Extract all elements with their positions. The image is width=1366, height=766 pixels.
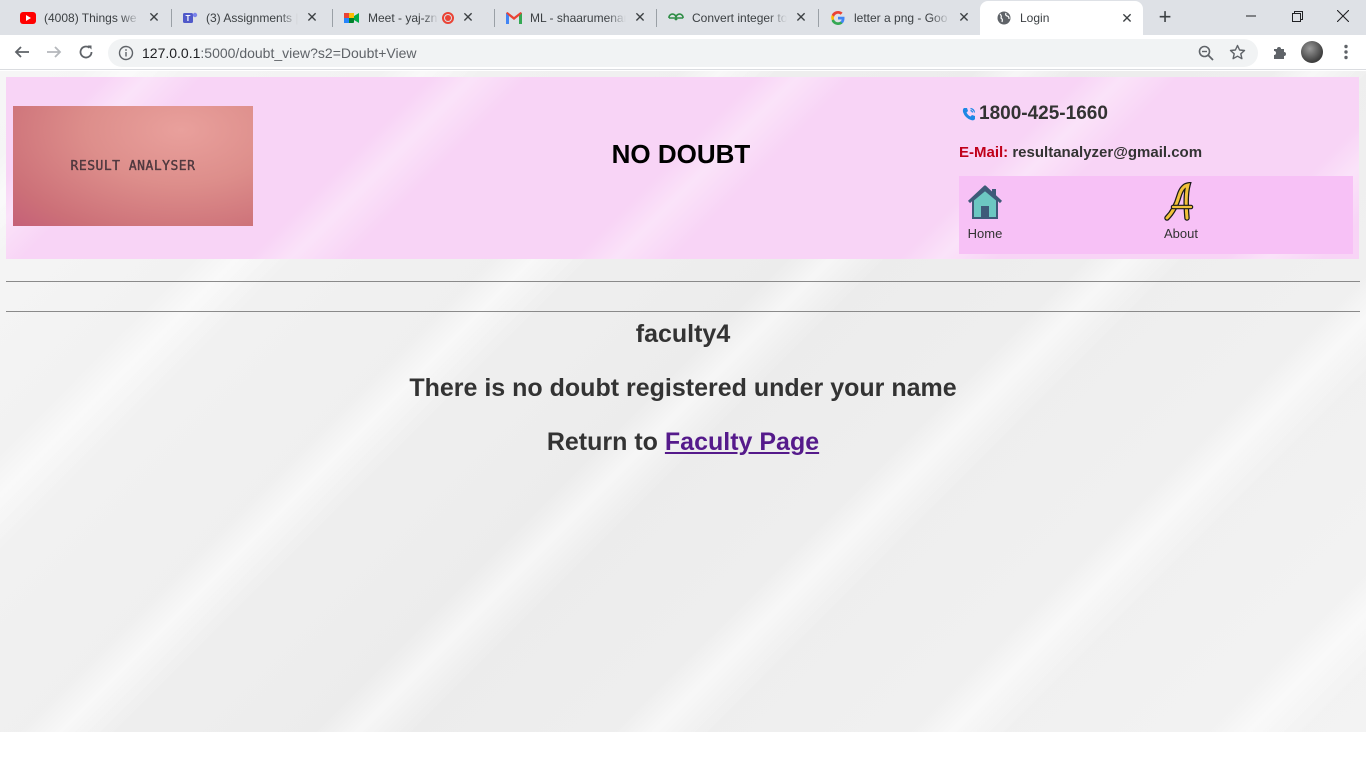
browser-tab[interactable]: Convert integer to ✕: [652, 0, 817, 35]
url-text: 127.0.0.1:5000/doubt_view?s2=Doubt+View: [142, 45, 417, 61]
kebab-menu-icon[interactable]: [1332, 38, 1360, 66]
browser-tab[interactable]: Meet - yaj-znr ✕: [328, 0, 492, 35]
return-prefix: Return to: [546, 428, 658, 456]
username-heading: faculty4: [635, 320, 731, 348]
browser-tab[interactable]: T (3) Assignments | M ✕: [166, 0, 328, 35]
tab-title: letter a png - Goo: [854, 10, 948, 25]
contact-phone: 1800-425-1660: [961, 103, 1108, 125]
tab-title: Meet - yaj-znr: [368, 10, 438, 25]
forward-button[interactable]: [40, 38, 68, 66]
browser-toolbar: 127.0.0.1:5000/doubt_view?s2=Doubt+View: [0, 35, 1366, 70]
profile-avatar[interactable]: [1301, 41, 1323, 63]
zoom-icon[interactable]: [1198, 45, 1214, 66]
close-icon[interactable]: ✕: [304, 9, 320, 26]
restore-button[interactable]: [1274, 0, 1320, 32]
close-icon[interactable]: ✕: [632, 9, 648, 26]
divider: [6, 311, 1360, 312]
tab-title: (3) Assignments | M: [206, 10, 298, 25]
browser-tab[interactable]: (4008) Things we a ✕: [4, 0, 170, 35]
nav-label-about: About: [1164, 226, 1198, 241]
close-icon[interactable]: ✕: [146, 9, 162, 26]
reload-button[interactable]: [72, 38, 100, 66]
close-icon[interactable]: ✕: [956, 9, 972, 26]
return-line: Return to Faculty Page: [0, 428, 1366, 457]
home-icon: [965, 182, 1005, 222]
close-icon[interactable]: ✕: [793, 9, 809, 26]
close-icon[interactable]: ✕: [1119, 10, 1135, 26]
tab-title: Convert integer to: [692, 10, 787, 25]
email-address: resultanalyzer@gmail.com: [1012, 144, 1203, 161]
phone-icon: [961, 106, 977, 122]
globe-icon: [996, 10, 1012, 26]
site-header: RESULT ANALYSER NO DOUBT 1800-425-1660 E…: [6, 77, 1359, 259]
teams-icon: T: [182, 10, 198, 26]
email-label: E-Mail:: [959, 144, 1009, 161]
faculty-page-link[interactable]: Faculty Page: [665, 428, 819, 456]
nav-item-home[interactable]: Home: [965, 182, 1005, 241]
browser-tab-active[interactable]: Login ✕: [980, 1, 1143, 35]
divider: [6, 281, 1360, 282]
minimize-button[interactable]: [1228, 0, 1274, 32]
extensions-puzzle-icon[interactable]: [1266, 38, 1294, 66]
info-icon[interactable]: [118, 45, 134, 61]
tab-title: Login: [1020, 11, 1050, 25]
google-icon: [830, 10, 846, 26]
gmail-icon: [506, 10, 522, 26]
close-window-button[interactable]: [1320, 0, 1366, 32]
logo[interactable]: RESULT ANALYSER: [13, 106, 253, 226]
tab-title: (4008) Things we a: [44, 10, 140, 25]
address-bar[interactable]: 127.0.0.1:5000/doubt_view?s2=Doubt+View: [108, 39, 1258, 67]
nav-label-home: Home: [967, 226, 1003, 241]
url-host: 127.0.0.1: [142, 45, 201, 61]
contact-email: E-Mail: resultanalyzer@gmail.com: [959, 144, 1202, 161]
browser-tab[interactable]: ML - shaarumenan ✕: [490, 0, 656, 35]
phone-number: 1800-425-1660: [979, 103, 1108, 124]
svg-text:T: T: [186, 14, 191, 23]
page-viewport: RESULT ANALYSER NO DOUBT 1800-425-1660 E…: [0, 71, 1366, 732]
letter-a-icon: [1161, 181, 1201, 222]
youtube-icon: [20, 10, 36, 26]
nav-menu: Home About: [959, 176, 1353, 254]
back-button[interactable]: [8, 38, 36, 66]
no-doubt-message: There is no doubt registered under your …: [409, 374, 957, 402]
recording-icon: [442, 11, 454, 24]
nav-item-about[interactable]: About: [1161, 181, 1201, 241]
meet-icon: [344, 10, 360, 26]
url-path: :5000/doubt_view?s2=Doubt+View: [200, 45, 417, 61]
browser-tab[interactable]: letter a png - Goo ✕: [814, 0, 980, 35]
page-title: NO DOUBT: [611, 139, 751, 169]
close-icon[interactable]: ✕: [460, 9, 476, 26]
gfg-icon: [668, 10, 684, 26]
bookmark-star-icon[interactable]: [1229, 44, 1246, 66]
new-tab-button[interactable]: +: [1152, 4, 1178, 30]
logo-text: RESULT ANALYSER: [70, 158, 196, 174]
tab-title: ML - shaarumenan: [530, 10, 626, 25]
browser-tab-strip: (4008) Things we a ✕ T (3) Assignments |…: [0, 0, 1366, 35]
